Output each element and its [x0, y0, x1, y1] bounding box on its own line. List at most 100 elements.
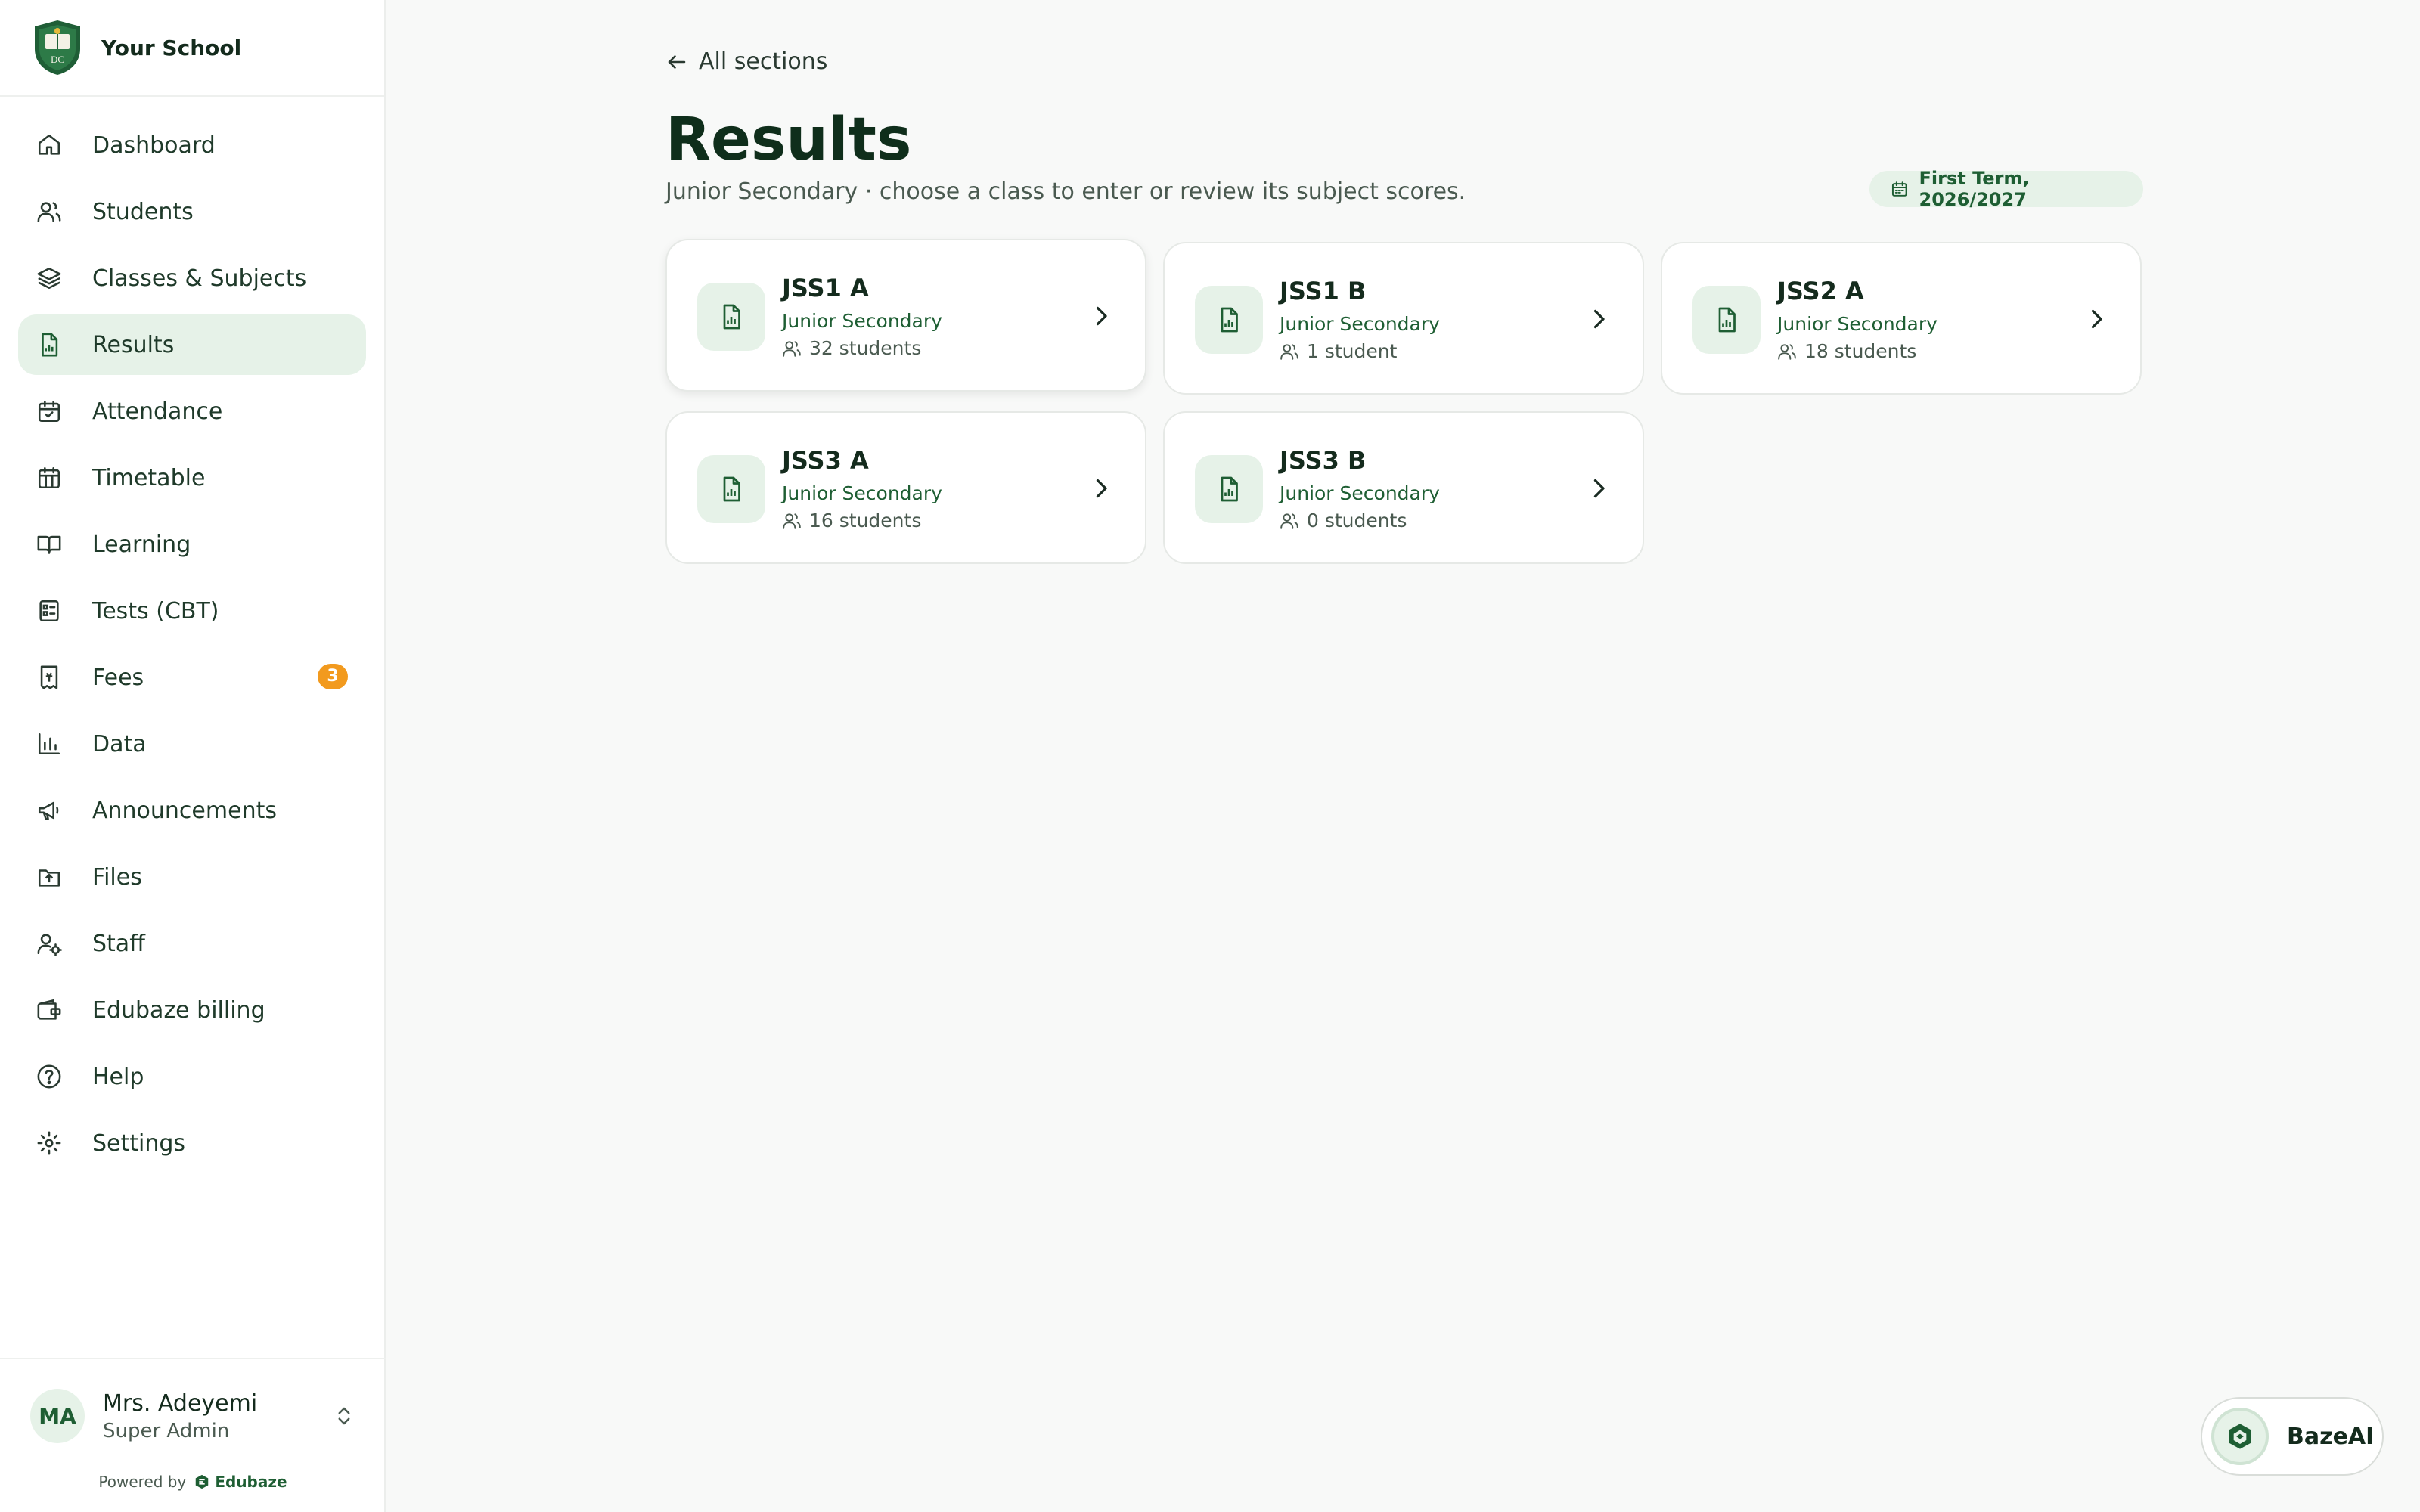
- page-title: Results: [666, 106, 912, 174]
- nav-label: Edubaze billing: [92, 996, 265, 1024]
- user-info: Mrs. Adeyemi Super Admin: [103, 1390, 257, 1442]
- class-section: Junior Secondary: [1280, 313, 1440, 335]
- nav-label: Fees: [92, 664, 144, 691]
- checklist-icon: [36, 598, 62, 624]
- receipt-icon: [36, 665, 62, 690]
- nav-label: Results: [92, 331, 175, 358]
- class-name: JSS3 A: [782, 446, 869, 475]
- user-name: Mrs. Adeyemi: [103, 1390, 258, 1417]
- class-name: JSS1 A: [782, 274, 869, 302]
- powered-by[interactable]: Powered by Edubaze: [0, 1473, 386, 1491]
- user-role: Super Admin: [103, 1419, 230, 1442]
- student-count-label: 1 student: [1307, 340, 1398, 362]
- users-icon: [783, 513, 801, 529]
- nav-label: Attendance: [92, 398, 223, 425]
- calendar-check-icon: [36, 398, 62, 424]
- bar-chart-icon: [36, 731, 62, 757]
- nav-item-dashboard[interactable]: Dashboard: [18, 115, 366, 175]
- avatar: MA: [30, 1389, 85, 1443]
- class-card-jss2-a[interactable]: JSS2 A Junior Secondary 18 students: [1661, 242, 2142, 395]
- nav-item-fees[interactable]: Fees 3: [18, 647, 366, 708]
- chevron-right-icon: [1096, 306, 1107, 326]
- nav-item-timetable[interactable]: Timetable: [18, 448, 366, 508]
- term-label: First Term, 2026/2027: [1919, 168, 2030, 210]
- file-chart-icon: [36, 332, 62, 358]
- file-chart-icon: [1195, 455, 1263, 523]
- nav-item-edubaze-billing[interactable]: Edubaze billing: [18, 980, 366, 1040]
- baze-ai-logo-icon: [2211, 1408, 2269, 1465]
- class-card-jss3-a[interactable]: JSS3 A Junior Secondary 16 students: [666, 411, 1146, 564]
- student-count-label: 16 students: [809, 510, 922, 531]
- class-section: Junior Secondary: [1280, 482, 1440, 504]
- baze-ai-button[interactable]: BazeAI: [2201, 1397, 2384, 1476]
- nav-item-tests-cbt[interactable]: Tests (CBT): [18, 581, 366, 641]
- class-section: Junior Secondary: [782, 310, 942, 332]
- nav-item-staff[interactable]: Staff: [18, 913, 366, 974]
- edubaze-logo-icon: [196, 1474, 209, 1489]
- folder-upload-icon: [36, 864, 62, 890]
- nav-label: Staff: [92, 930, 145, 957]
- student-count: 16 students: [782, 510, 921, 531]
- class-card-jss1-a[interactable]: JSS1 A Junior Secondary 32 students: [666, 239, 1146, 392]
- school-crest-icon: DC: [35, 20, 80, 75]
- chevron-up-down-icon: [338, 1407, 350, 1425]
- class-section: Junior Secondary: [782, 482, 942, 504]
- baze-ai-label: BazeAI: [2287, 1423, 2375, 1450]
- nav-label: Classes & Subjects: [92, 265, 307, 292]
- nav-label: Settings: [92, 1129, 186, 1157]
- file-chart-icon: [1195, 286, 1263, 354]
- nav-label: Students: [92, 198, 194, 225]
- brand[interactable]: DC Your School: [0, 0, 384, 97]
- back-to-sections-link[interactable]: All sections: [666, 48, 827, 75]
- user-cog-icon: [36, 931, 62, 956]
- wallet-icon: [36, 997, 62, 1023]
- nav-item-settings[interactable]: Settings: [18, 1113, 366, 1173]
- file-chart-icon: [697, 283, 765, 351]
- chevron-right-icon: [2091, 309, 2102, 329]
- back-label: All sections: [699, 48, 828, 75]
- home-icon: [36, 132, 62, 158]
- student-count: 0 students: [1280, 510, 1407, 531]
- nav-item-students[interactable]: Students: [18, 181, 366, 242]
- nav-label: Timetable: [92, 464, 206, 491]
- nav-label: Announcements: [92, 797, 277, 824]
- nav-item-help[interactable]: Help: [18, 1046, 366, 1107]
- class-name: JSS3 B: [1280, 446, 1367, 475]
- nav-label: Files: [92, 863, 142, 891]
- users-icon: [783, 340, 801, 357]
- nav-label: Help: [92, 1063, 144, 1090]
- class-name: JSS1 B: [1280, 277, 1367, 305]
- file-chart-icon: [1692, 286, 1761, 354]
- layers-icon: [36, 265, 62, 291]
- student-count: 32 students: [782, 337, 921, 359]
- nav-item-results[interactable]: Results: [18, 314, 366, 375]
- nav-item-announcements[interactable]: Announcements: [18, 780, 366, 841]
- file-chart-icon: [697, 455, 765, 523]
- student-count-label: 18 students: [1804, 340, 1917, 362]
- nav-label: Data: [92, 730, 147, 758]
- nav-item-data[interactable]: Data: [18, 714, 366, 774]
- sidebar: DC Your School Dashboard Students Classe…: [0, 0, 386, 1512]
- nav-label: Tests (CBT): [92, 597, 219, 624]
- chevron-right-icon: [1593, 309, 1605, 329]
- user-panel: MA Mrs. Adeyemi Super Admin Powered by E…: [0, 1358, 386, 1512]
- class-name: JSS2 A: [1777, 277, 1864, 305]
- nav-label: Learning: [92, 531, 191, 558]
- book-open-icon: [36, 531, 62, 557]
- calendar-grid-icon: [36, 465, 62, 491]
- class-card-jss1-b[interactable]: JSS1 B Junior Secondary 1 student: [1163, 242, 1644, 395]
- student-count: 18 students: [1777, 340, 1916, 362]
- megaphone-icon: [36, 798, 62, 823]
- nav-item-learning[interactable]: Learning: [18, 514, 366, 575]
- nav-item-attendance[interactable]: Attendance: [18, 381, 366, 442]
- powered-prefix: Powered by: [98, 1473, 187, 1491]
- class-section: Junior Secondary: [1777, 313, 1938, 335]
- main-nav: Dashboard Students Classes & Subjects Re…: [0, 97, 384, 1173]
- class-card-jss3-b[interactable]: JSS3 B Junior Secondary 0 students: [1163, 411, 1644, 564]
- crest-text: DC: [51, 54, 64, 65]
- nav-item-classes-subjects[interactable]: Classes & Subjects: [18, 248, 366, 308]
- nav-item-files[interactable]: Files: [18, 847, 366, 907]
- term-badge[interactable]: First Term, 2026/2027: [1869, 168, 2143, 210]
- users-icon: [1280, 343, 1298, 360]
- user-menu[interactable]: MA Mrs. Adeyemi Super Admin: [0, 1359, 386, 1473]
